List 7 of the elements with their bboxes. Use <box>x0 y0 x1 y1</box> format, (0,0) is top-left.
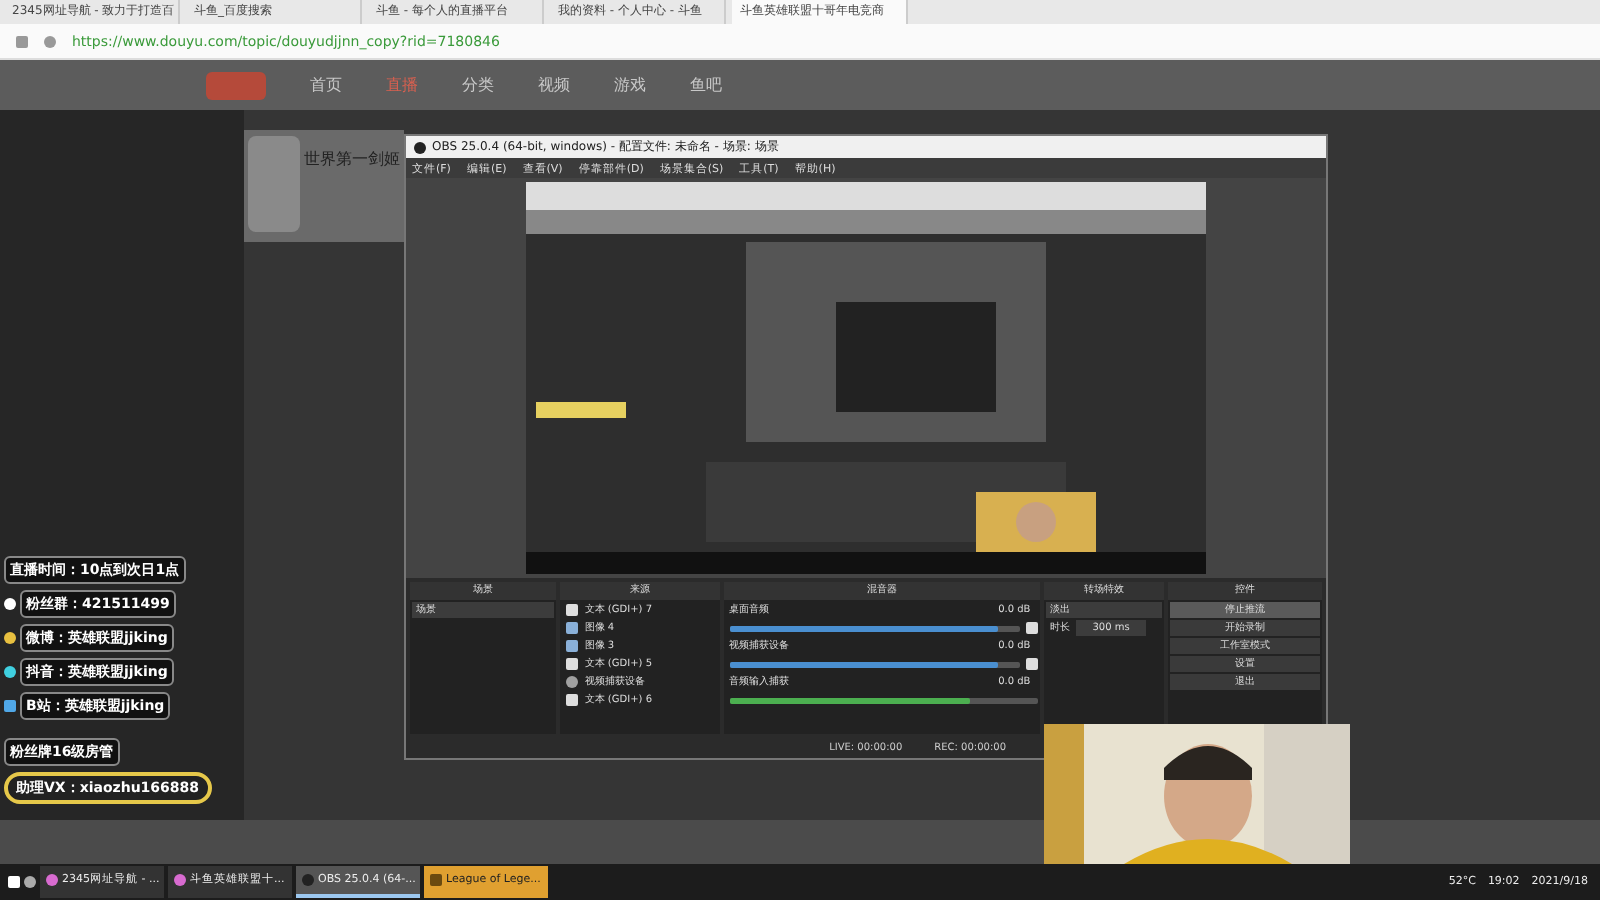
nav-link[interactable]: 鱼吧 <box>690 74 722 96</box>
streamer-avatar <box>248 136 300 232</box>
nav-link[interactable]: 分类 <box>462 74 494 96</box>
volume-track[interactable] <box>729 697 1039 703</box>
nav-link[interactable]: 首页 <box>310 74 342 96</box>
nav-link[interactable]: 游戏 <box>614 74 646 96</box>
nav-link[interactable]: 视频 <box>538 74 570 96</box>
